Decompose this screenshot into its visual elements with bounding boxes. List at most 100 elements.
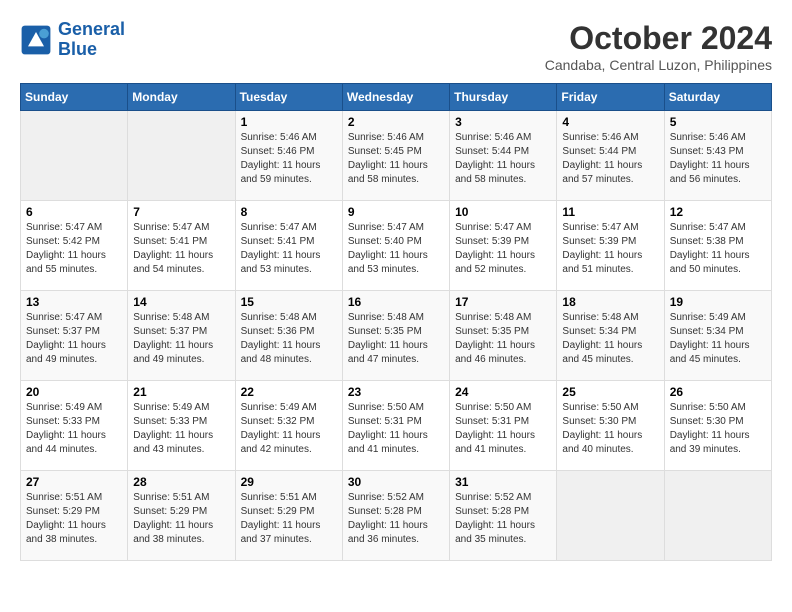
header-wednesday: Wednesday: [342, 84, 449, 111]
day-number: 4: [562, 115, 658, 129]
day-number: 27: [26, 475, 122, 489]
week-row-1: 1 Sunrise: 5:46 AMSunset: 5:46 PMDayligh…: [21, 111, 772, 201]
header-tuesday: Tuesday: [235, 84, 342, 111]
cell-info: Sunrise: 5:50 AMSunset: 5:31 PMDaylight:…: [348, 401, 444, 457]
cell-info: Sunrise: 5:47 AMSunset: 5:38 PMDaylight:…: [670, 221, 766, 277]
cell-w4-d5: 24 Sunrise: 5:50 AMSunset: 5:31 PMDaylig…: [450, 381, 557, 471]
cell-w2-d2: 7 Sunrise: 5:47 AMSunset: 5:41 PMDayligh…: [128, 201, 235, 291]
day-number: 11: [562, 205, 658, 219]
day-number: 12: [670, 205, 766, 219]
cell-w4-d6: 25 Sunrise: 5:50 AMSunset: 5:30 PMDaylig…: [557, 381, 664, 471]
week-row-5: 27 Sunrise: 5:51 AMSunset: 5:29 PMDaylig…: [21, 471, 772, 561]
logo: General Blue: [20, 20, 125, 60]
day-number: 7: [133, 205, 229, 219]
location: Candaba, Central Luzon, Philippines: [545, 57, 772, 73]
cell-info: Sunrise: 5:48 AMSunset: 5:37 PMDaylight:…: [133, 311, 229, 367]
cell-w5-d3: 29 Sunrise: 5:51 AMSunset: 5:29 PMDaylig…: [235, 471, 342, 561]
cell-w5-d2: 28 Sunrise: 5:51 AMSunset: 5:29 PMDaylig…: [128, 471, 235, 561]
cell-info: Sunrise: 5:51 AMSunset: 5:29 PMDaylight:…: [26, 491, 122, 547]
cell-w1-d5: 3 Sunrise: 5:46 AMSunset: 5:44 PMDayligh…: [450, 111, 557, 201]
header-saturday: Saturday: [664, 84, 771, 111]
day-number: 8: [241, 205, 337, 219]
cell-info: Sunrise: 5:47 AMSunset: 5:37 PMDaylight:…: [26, 311, 122, 367]
cell-info: Sunrise: 5:52 AMSunset: 5:28 PMDaylight:…: [348, 491, 444, 547]
day-number: 20: [26, 385, 122, 399]
day-number: 9: [348, 205, 444, 219]
week-row-3: 13 Sunrise: 5:47 AMSunset: 5:37 PMDaylig…: [21, 291, 772, 381]
cell-w1-d2: [128, 111, 235, 201]
cell-w4-d1: 20 Sunrise: 5:49 AMSunset: 5:33 PMDaylig…: [21, 381, 128, 471]
day-number: 26: [670, 385, 766, 399]
cell-w3-d2: 14 Sunrise: 5:48 AMSunset: 5:37 PMDaylig…: [128, 291, 235, 381]
day-number: 28: [133, 475, 229, 489]
header-row: Sunday Monday Tuesday Wednesday Thursday…: [21, 84, 772, 111]
day-number: 6: [26, 205, 122, 219]
cell-w5-d1: 27 Sunrise: 5:51 AMSunset: 5:29 PMDaylig…: [21, 471, 128, 561]
day-number: 13: [26, 295, 122, 309]
day-number: 10: [455, 205, 551, 219]
cell-w4-d7: 26 Sunrise: 5:50 AMSunset: 5:30 PMDaylig…: [664, 381, 771, 471]
cell-w2-d3: 8 Sunrise: 5:47 AMSunset: 5:41 PMDayligh…: [235, 201, 342, 291]
cell-w2-d4: 9 Sunrise: 5:47 AMSunset: 5:40 PMDayligh…: [342, 201, 449, 291]
day-number: 31: [455, 475, 551, 489]
logo-line2: Blue: [58, 40, 125, 60]
cell-w1-d3: 1 Sunrise: 5:46 AMSunset: 5:46 PMDayligh…: [235, 111, 342, 201]
day-number: 16: [348, 295, 444, 309]
logo-icon: [20, 24, 52, 56]
day-number: 29: [241, 475, 337, 489]
cell-w3-d3: 15 Sunrise: 5:48 AMSunset: 5:36 PMDaylig…: [235, 291, 342, 381]
cell-info: Sunrise: 5:46 AMSunset: 5:43 PMDaylight:…: [670, 131, 766, 187]
cell-w3-d4: 16 Sunrise: 5:48 AMSunset: 5:35 PMDaylig…: [342, 291, 449, 381]
cell-info: Sunrise: 5:49 AMSunset: 5:32 PMDaylight:…: [241, 401, 337, 457]
cell-w3-d1: 13 Sunrise: 5:47 AMSunset: 5:37 PMDaylig…: [21, 291, 128, 381]
cell-info: Sunrise: 5:49 AMSunset: 5:34 PMDaylight:…: [670, 311, 766, 367]
cell-w1-d4: 2 Sunrise: 5:46 AMSunset: 5:45 PMDayligh…: [342, 111, 449, 201]
month-title: October 2024: [545, 20, 772, 57]
header-sunday: Sunday: [21, 84, 128, 111]
header-thursday: Thursday: [450, 84, 557, 111]
header-monday: Monday: [128, 84, 235, 111]
cell-w5-d5: 31 Sunrise: 5:52 AMSunset: 5:28 PMDaylig…: [450, 471, 557, 561]
cell-w1-d7: 5 Sunrise: 5:46 AMSunset: 5:43 PMDayligh…: [664, 111, 771, 201]
day-number: 17: [455, 295, 551, 309]
cell-info: Sunrise: 5:50 AMSunset: 5:30 PMDaylight:…: [670, 401, 766, 457]
cell-info: Sunrise: 5:46 AMSunset: 5:44 PMDaylight:…: [562, 131, 658, 187]
title-block: October 2024 Candaba, Central Luzon, Phi…: [545, 20, 772, 73]
cell-w2-d1: 6 Sunrise: 5:47 AMSunset: 5:42 PMDayligh…: [21, 201, 128, 291]
cell-w1-d1: [21, 111, 128, 201]
cell-info: Sunrise: 5:49 AMSunset: 5:33 PMDaylight:…: [26, 401, 122, 457]
cell-w4-d3: 22 Sunrise: 5:49 AMSunset: 5:32 PMDaylig…: [235, 381, 342, 471]
cell-w3-d5: 17 Sunrise: 5:48 AMSunset: 5:35 PMDaylig…: [450, 291, 557, 381]
cell-w5-d6: [557, 471, 664, 561]
cell-info: Sunrise: 5:50 AMSunset: 5:31 PMDaylight:…: [455, 401, 551, 457]
cell-w4-d2: 21 Sunrise: 5:49 AMSunset: 5:33 PMDaylig…: [128, 381, 235, 471]
calendar-header: Sunday Monday Tuesday Wednesday Thursday…: [21, 84, 772, 111]
cell-w1-d6: 4 Sunrise: 5:46 AMSunset: 5:44 PMDayligh…: [557, 111, 664, 201]
cell-info: Sunrise: 5:52 AMSunset: 5:28 PMDaylight:…: [455, 491, 551, 547]
page-header: General Blue October 2024 Candaba, Centr…: [20, 20, 772, 73]
day-number: 15: [241, 295, 337, 309]
cell-w3-d6: 18 Sunrise: 5:48 AMSunset: 5:34 PMDaylig…: [557, 291, 664, 381]
cell-info: Sunrise: 5:48 AMSunset: 5:35 PMDaylight:…: [455, 311, 551, 367]
day-number: 18: [562, 295, 658, 309]
cell-info: Sunrise: 5:47 AMSunset: 5:41 PMDaylight:…: [241, 221, 337, 277]
day-number: 14: [133, 295, 229, 309]
day-number: 30: [348, 475, 444, 489]
cell-info: Sunrise: 5:49 AMSunset: 5:33 PMDaylight:…: [133, 401, 229, 457]
cell-info: Sunrise: 5:51 AMSunset: 5:29 PMDaylight:…: [133, 491, 229, 547]
cell-info: Sunrise: 5:47 AMSunset: 5:39 PMDaylight:…: [562, 221, 658, 277]
day-number: 19: [670, 295, 766, 309]
week-row-2: 6 Sunrise: 5:47 AMSunset: 5:42 PMDayligh…: [21, 201, 772, 291]
logo-text: General Blue: [58, 20, 125, 60]
day-number: 22: [241, 385, 337, 399]
cell-w2-d7: 12 Sunrise: 5:47 AMSunset: 5:38 PMDaylig…: [664, 201, 771, 291]
calendar-table: Sunday Monday Tuesday Wednesday Thursday…: [20, 83, 772, 561]
cell-info: Sunrise: 5:51 AMSunset: 5:29 PMDaylight:…: [241, 491, 337, 547]
header-friday: Friday: [557, 84, 664, 111]
cell-w3-d7: 19 Sunrise: 5:49 AMSunset: 5:34 PMDaylig…: [664, 291, 771, 381]
cell-info: Sunrise: 5:48 AMSunset: 5:36 PMDaylight:…: [241, 311, 337, 367]
day-number: 3: [455, 115, 551, 129]
day-number: 24: [455, 385, 551, 399]
cell-w2-d5: 10 Sunrise: 5:47 AMSunset: 5:39 PMDaylig…: [450, 201, 557, 291]
cell-info: Sunrise: 5:46 AMSunset: 5:44 PMDaylight:…: [455, 131, 551, 187]
